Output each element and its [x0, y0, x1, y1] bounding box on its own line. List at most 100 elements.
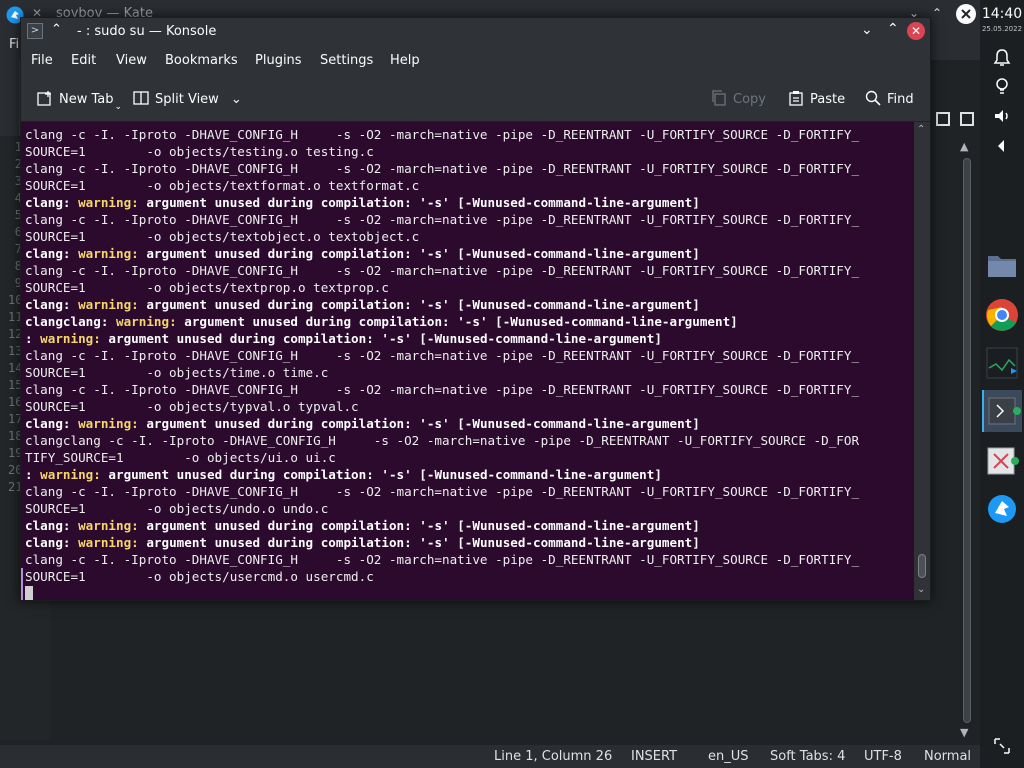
kate-maximize-icon[interactable]: ⌃	[932, 6, 942, 20]
keep-above-icon[interactable]: ⌃	[51, 22, 62, 37]
menu-settings[interactable]: Settings	[320, 53, 373, 68]
terminal-line: clangclang -c -I. -Iproto -DHAVE_CONFIG_…	[25, 433, 860, 448]
warning-message: argument unused during compilation: '-s'…	[100, 331, 662, 346]
warning-message: argument unused during compilation: '-s'…	[138, 246, 700, 261]
panel-date: 25.05.2022	[981, 25, 1023, 33]
warning-label: warning:	[78, 297, 139, 312]
status-view-mode[interactable]: Normal	[924, 749, 971, 764]
split-view-icon	[133, 91, 149, 105]
task-system-monitor[interactable]	[982, 342, 1022, 384]
terminal-scrollbar[interactable]: ⌃ ⌄	[914, 122, 930, 600]
paste-label: Paste	[810, 92, 846, 107]
menu-plugins[interactable]: Plugins	[255, 53, 302, 68]
menu-help[interactable]: Help	[390, 53, 420, 68]
find-button[interactable]: Find	[865, 90, 914, 107]
warning-message: argument unused during compilation: '-s'…	[176, 314, 738, 329]
copy-button[interactable]: Copy	[711, 90, 766, 107]
kate-close-icon[interactable]	[956, 4, 976, 24]
terminal-line: SOURCE=1 -o objects/undo.o undo.c	[25, 501, 329, 516]
split-view-icon[interactable]	[936, 112, 950, 126]
menu-bookmarks[interactable]: Bookmarks	[165, 53, 238, 68]
copy-icon	[712, 90, 726, 106]
menu-edit[interactable]: Edit	[71, 53, 96, 68]
kate-scrollbar-thumb[interactable]	[963, 158, 971, 723]
warning-label: warning:	[78, 416, 139, 431]
terminal-scrollbar-thumb[interactable]	[918, 554, 926, 578]
warning-source: clang:	[25, 535, 79, 550]
warning-label: warning:	[116, 314, 177, 329]
layout-icon[interactable]	[960, 112, 974, 126]
terminal-line: clang: warning: argument unused during c…	[25, 534, 700, 551]
warning-source: clang:	[25, 297, 79, 312]
konsole-window-title: - : sudo su — Konsole	[77, 24, 217, 39]
error-window-icon	[987, 447, 1019, 475]
panel-clock[interactable]: 14:40	[980, 6, 1024, 22]
terminal-line: clang: warning: argument unused during c…	[25, 517, 700, 534]
konsole-titlebar[interactable]: > ⌃ - : sudo su — Konsole ⌄ ⌃ ✕	[21, 18, 930, 46]
status-cursor-position[interactable]: Line 1, Column 26	[494, 749, 612, 764]
warning-source: :	[25, 467, 41, 482]
terminal-line: clang -c -I. -Iproto -DHAVE_CONFIG_H -s …	[25, 127, 860, 142]
expand-tray-icon[interactable]	[992, 136, 1012, 156]
scroll-up-icon[interactable]: ▲	[960, 140, 968, 153]
warning-source: clang:	[25, 518, 79, 533]
new-tab-dropdown-icon[interactable]: ⌄	[115, 102, 123, 112]
terminal-line: SOURCE=1 -o objects/textformat.o textfor…	[25, 178, 420, 193]
paste-button[interactable]: Paste	[788, 90, 845, 107]
chrome-icon	[986, 299, 1018, 331]
task-kate[interactable]	[982, 488, 1022, 530]
terminal-cursor	[25, 586, 33, 600]
warning-source: :	[25, 331, 41, 346]
new-tab-button[interactable]: New Tab⌄	[37, 90, 122, 112]
current-line-marker	[21, 568, 23, 600]
warning-message: argument unused during compilation: '-s'…	[138, 416, 700, 431]
plasma-panel: 14:40 25.05.2022	[980, 0, 1024, 768]
split-view-dropdown-icon[interactable]: ⌄	[231, 92, 242, 107]
konsole-app-icon[interactable]: >	[27, 23, 43, 39]
terminal-line: SOURCE=1 -o objects/typval.o typval.c	[25, 399, 359, 414]
terminal-line: clang -c -I. -Iproto -DHAVE_CONFIG_H -s …	[25, 552, 860, 567]
terminal-line: SOURCE=1 -o objects/textprop.o textprop.…	[25, 280, 389, 295]
minimize-icon[interactable]: ⌄	[861, 22, 873, 38]
menu-view[interactable]: View	[116, 53, 147, 68]
terminal-line: clang -c -I. -Iproto -DHAVE_CONFIG_H -s …	[25, 348, 860, 363]
volume-icon[interactable]	[992, 106, 1012, 126]
menu-file[interactable]: File	[31, 53, 53, 68]
terminal-line: clang: warning: argument unused during c…	[25, 296, 700, 313]
terminal-output[interactable]: clang -c -I. -Iproto -DHAVE_CONFIG_H -s …	[21, 122, 914, 600]
terminal-line: SOURCE=1 -o objects/usercmd.o usercmd.c	[25, 569, 374, 584]
kate-task-icon	[988, 495, 1016, 523]
warning-message: argument unused during compilation: '-s'…	[138, 535, 700, 550]
status-encoding[interactable]: UTF-8	[864, 749, 902, 764]
task-chrome[interactable]	[982, 294, 1022, 336]
status-input-mode[interactable]: INSERT	[631, 749, 677, 764]
terminal-line: : warning: argument unused during compil…	[25, 330, 662, 347]
kate-scrollbar[interactable]: ▲ ▼	[956, 140, 978, 740]
status-indentation[interactable]: Soft Tabs: 4	[770, 749, 845, 764]
konsole-icon	[988, 397, 1021, 425]
task-konsole[interactable]	[982, 390, 1022, 432]
terminal-line: SOURCE=1 -o objects/textobject.o textobj…	[25, 229, 420, 244]
scroll-down-icon[interactable]: ⌄	[917, 584, 925, 595]
task-closed-app[interactable]	[982, 440, 1022, 482]
warning-label: warning:	[78, 246, 139, 261]
split-view-label: Split View	[155, 92, 219, 107]
notifications-icon[interactable]	[992, 48, 1012, 68]
terminal-line: : warning: argument unused during compil…	[25, 466, 662, 483]
split-view-button[interactable]: Split View ⌄	[133, 90, 242, 107]
maximize-icon[interactable]: ⌃	[887, 21, 899, 37]
lightbulb-icon[interactable]	[992, 76, 1012, 96]
terminal-line: TIFY_SOURCE=1 -o objects/ui.o ui.c	[25, 450, 336, 465]
terminal-line: SOURCE=1 -o objects/testing.o testing.c	[25, 144, 374, 159]
panel-settings-icon[interactable]	[992, 736, 1012, 756]
search-icon	[865, 90, 881, 106]
scroll-down-icon[interactable]: ▼	[960, 726, 968, 739]
warning-message: argument unused during compilation: '-s'…	[100, 467, 662, 482]
find-label: Find	[887, 92, 914, 107]
close-icon[interactable]: ✕	[907, 22, 925, 40]
task-file-manager[interactable]	[982, 244, 1022, 286]
kate-menu-file[interactable]: Fi	[9, 37, 19, 52]
new-tab-label: New Tab	[59, 92, 114, 107]
status-dictionary[interactable]: en_US	[708, 749, 749, 764]
scroll-up-icon[interactable]: ⌃	[917, 124, 925, 135]
